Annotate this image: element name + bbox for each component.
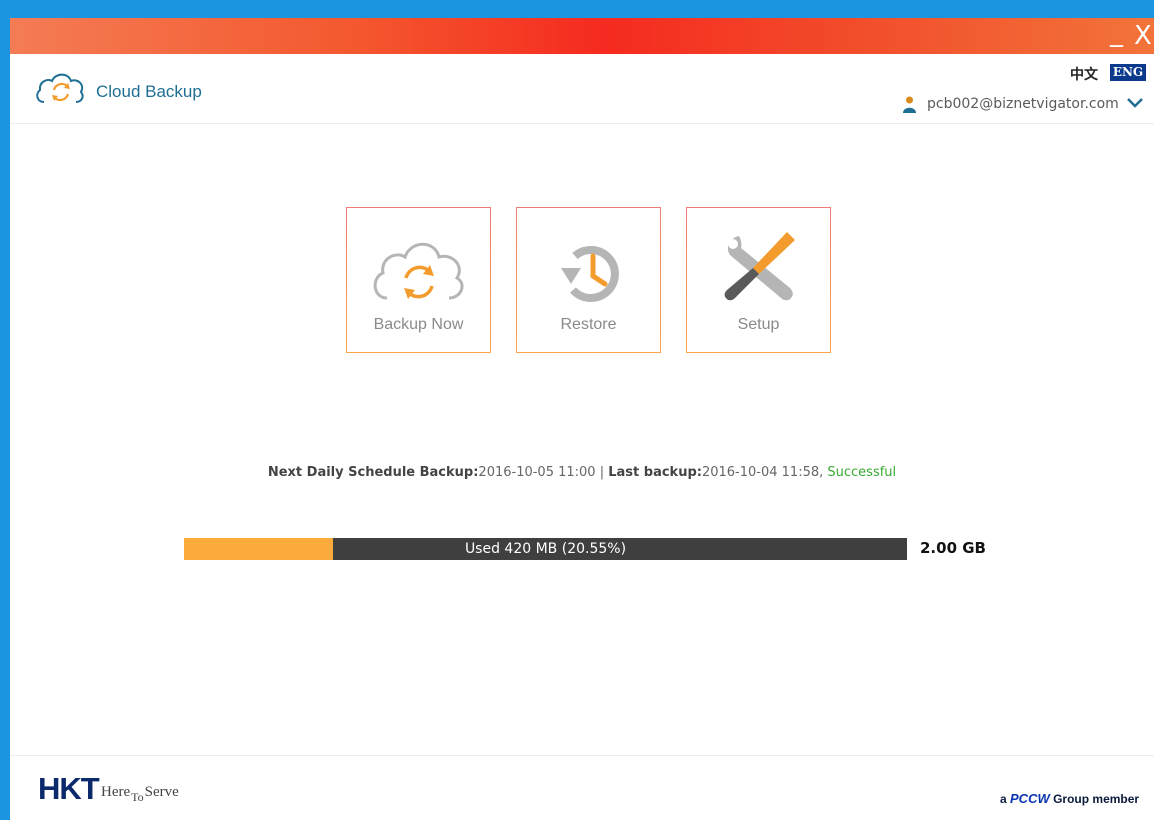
minimize-button[interactable]: _ — [1110, 18, 1123, 48]
slogan-here: Here — [101, 784, 131, 800]
slogan-to: To — [131, 790, 144, 804]
user-email: pcb002@biznetvigator.com — [927, 96, 1119, 112]
hkt-slogan: HereToServe — [101, 784, 179, 804]
cloud-sync-icon — [36, 73, 84, 103]
restore-button[interactable]: Restore — [516, 207, 661, 353]
next-backup-value: 2016-10-05 11:00 — [478, 465, 596, 480]
history-clock-icon — [561, 246, 619, 302]
setup-button[interactable]: Setup — [686, 207, 831, 353]
backup-now-button[interactable]: Backup Now — [346, 207, 491, 353]
tools-icon — [724, 232, 795, 301]
last-backup-status: Successful — [827, 465, 897, 480]
schedule-info: Next Daily Schedule Backup:2016-10-05 11… — [10, 465, 1154, 480]
storage-total: 2.00 GB — [920, 539, 986, 557]
restore-label: Restore — [560, 316, 617, 333]
cloud-sync-icon — [373, 242, 464, 300]
lang-chinese-button[interactable]: 中文 — [1070, 64, 1098, 84]
chevron-down-icon[interactable] — [1126, 96, 1144, 110]
pccw-prefix: a — [1000, 792, 1011, 806]
last-backup-value: 2016-10-04 11:58 — [701, 465, 820, 480]
title-bar[interactable]: _ X — [10, 18, 1154, 54]
app-window: _ X Cloud Backup 中文 ENG pcb002@biznetvig… — [10, 18, 1154, 820]
backup-now-label: Backup Now — [373, 316, 464, 333]
header: Cloud Backup 中文 ENG pcb002@biznetvigator… — [10, 54, 1154, 124]
next-backup-label: Next Daily Schedule Backup: — [267, 465, 479, 480]
setup-label: Setup — [737, 316, 780, 333]
hkt-logo: HKT — [38, 771, 100, 806]
pccw-suffix: Group member — [1049, 792, 1140, 806]
pccw-brand: PCCW — [1010, 791, 1050, 806]
pccw-group-member: a PCCW Group member — [1000, 791, 1139, 806]
close-button[interactable]: X — [1134, 21, 1152, 51]
footer-divider — [10, 755, 1154, 756]
user-icon — [903, 96, 916, 113]
lang-english-button[interactable]: ENG — [1110, 64, 1146, 81]
app-title: Cloud Backup — [96, 82, 202, 101]
storage-usage-bar: Used 420 MB (20.55%) — [184, 538, 907, 560]
separator: | — [595, 465, 609, 480]
last-backup-label: Last backup: — [608, 465, 702, 480]
storage-used-text: Used 420 MB (20.55%) — [464, 541, 627, 557]
slogan-serve: Serve — [144, 784, 179, 800]
